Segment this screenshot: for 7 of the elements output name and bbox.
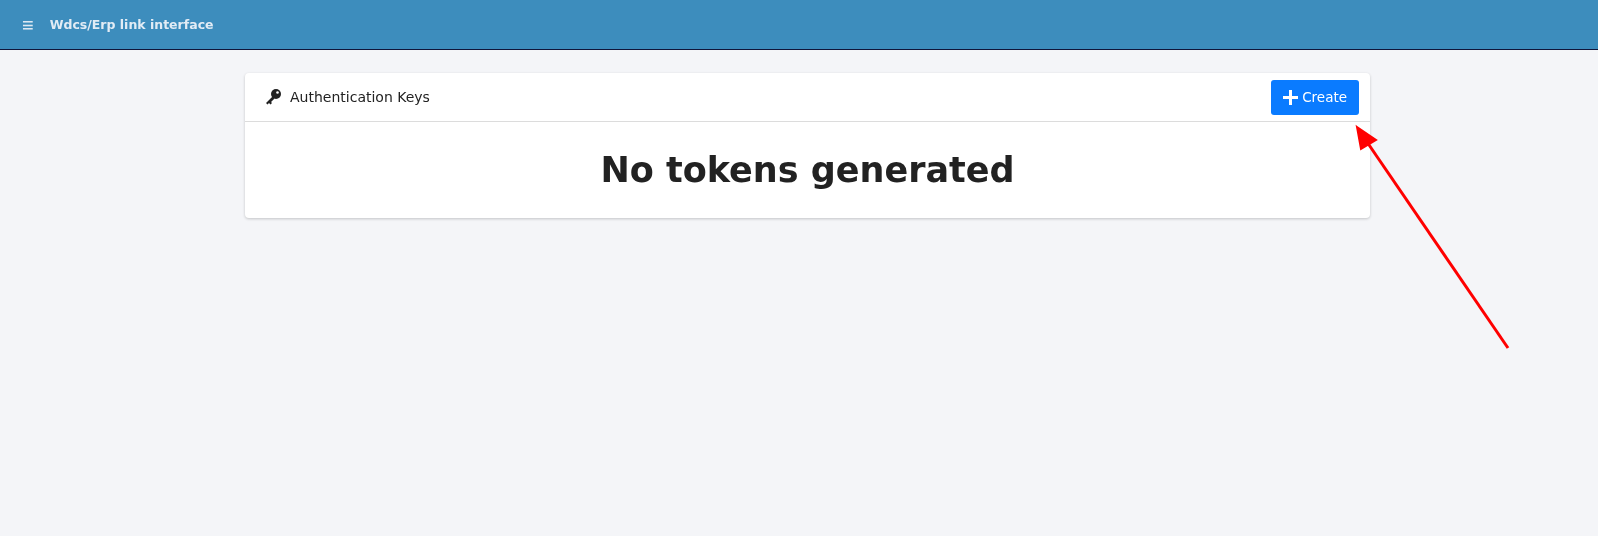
key-icon — [264, 88, 282, 106]
menu-button[interactable]: ≡ — [20, 14, 36, 35]
empty-message: No tokens generated — [600, 150, 1015, 190]
app-title: Wdcs/Erp link interface — [49, 17, 214, 32]
create-button[interactable]: Create — [1271, 79, 1359, 115]
card-title: Authentication Keys — [290, 89, 431, 105]
plus-icon — [1283, 89, 1299, 105]
